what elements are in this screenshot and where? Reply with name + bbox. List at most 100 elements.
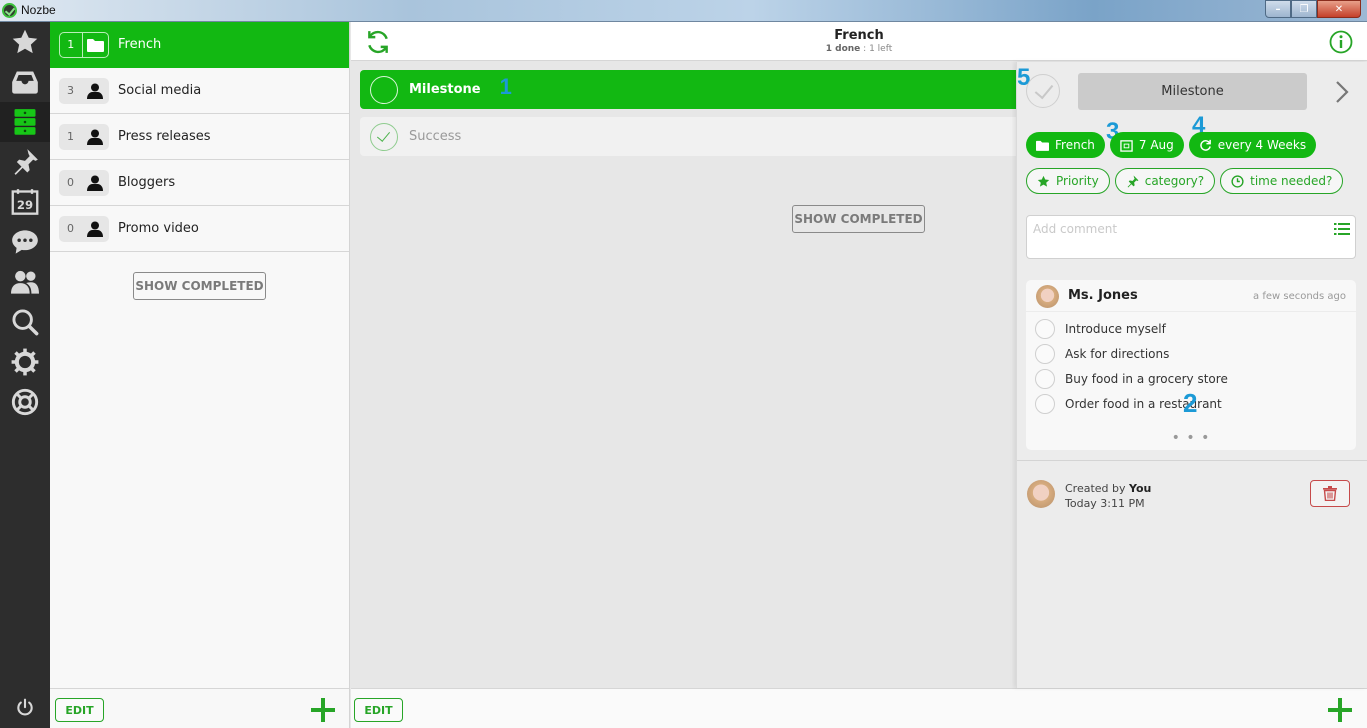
maximize-button[interactable]: ❐ xyxy=(1291,0,1317,18)
nozbe-logo-icon xyxy=(2,3,17,18)
project-item-press-releases[interactable]: 1 Press releases xyxy=(50,114,349,160)
show-completed-tasks-button[interactable]: SHOW COMPLETED xyxy=(792,205,925,233)
repeat-icon xyxy=(1200,139,1211,151)
edit-projects-button[interactable]: EDIT xyxy=(55,698,104,722)
checklist-icon[interactable] xyxy=(1334,222,1350,236)
edit-tasks-button[interactable]: EDIT xyxy=(354,698,403,722)
task-row-completed[interactable]: Success xyxy=(360,117,1060,156)
delete-task-button[interactable] xyxy=(1310,480,1350,507)
project-item-bloggers[interactable]: 0 Bloggers xyxy=(50,160,349,206)
checklist-checkbox[interactable] xyxy=(1035,318,1055,339)
checklist-item-text: Order food in a restaurant xyxy=(1065,396,1222,411)
project-list-panel: 1 French 3 Social media 1 Press releases… xyxy=(50,22,350,728)
close-button[interactable]: ✕ xyxy=(1317,0,1361,18)
comment-card: Ms. Jones a few seconds ago Introduce my… xyxy=(1026,280,1356,450)
window-title: Nozbe xyxy=(21,3,56,17)
checklist-checkbox[interactable] xyxy=(1035,393,1055,414)
task-list-footer: EDIT xyxy=(351,688,1367,728)
project-task-count: 0 xyxy=(67,176,74,189)
project-chip[interactable]: French xyxy=(1026,132,1105,158)
show-completed-projects-button[interactable]: SHOW COMPLETED xyxy=(133,272,266,300)
add-task-button[interactable] xyxy=(1327,697,1353,723)
task-list: Milestone 1 Success SHOW COMPLETED xyxy=(351,62,1060,688)
task-complete-checkbox[interactable] xyxy=(370,75,398,104)
chevron-right-icon[interactable] xyxy=(1333,80,1351,104)
rail-item-settings[interactable] xyxy=(0,342,50,382)
checklist-item-text: Ask for directions xyxy=(1065,346,1170,361)
rail-item-help[interactable] xyxy=(0,382,50,422)
rail-item-comments[interactable] xyxy=(0,222,50,262)
rail-item-priority[interactable] xyxy=(0,22,50,62)
task-name: Milestone xyxy=(409,82,481,97)
project-title: French xyxy=(834,28,884,43)
comment-author: Ms. Jones xyxy=(1068,288,1138,303)
project-badge: 3 xyxy=(59,77,109,104)
info-icon[interactable] xyxy=(1329,30,1353,54)
project-list-footer: EDIT xyxy=(50,688,349,728)
project-item-promo-video[interactable]: 0 Promo video xyxy=(50,206,349,252)
project-task-count: 1 xyxy=(67,130,74,143)
rail-item-search[interactable] xyxy=(0,302,50,342)
calendar-icon xyxy=(1120,139,1133,152)
star-icon xyxy=(1037,175,1050,187)
recurrence-chip[interactable]: every 4 Weeks xyxy=(1188,132,1317,158)
add-project-button[interactable] xyxy=(310,697,336,723)
project-name: French xyxy=(118,37,162,52)
chip-label: category? xyxy=(1144,174,1205,188)
folder-icon xyxy=(86,38,104,52)
comment-timestamp: a few seconds ago xyxy=(1253,291,1346,302)
checklist-item-text: Buy food in a grocery store xyxy=(1065,371,1228,386)
gear-icon xyxy=(11,348,39,376)
done-count: 1 done xyxy=(825,44,861,54)
lifebuoy-icon xyxy=(11,388,39,416)
avatar xyxy=(1036,285,1059,308)
window-title-bar: Nozbe – ❐ ✕ xyxy=(0,0,1367,22)
priority-chip[interactable]: Priority xyxy=(1026,168,1110,194)
creator-avatar xyxy=(1027,480,1055,508)
task-title-field[interactable]: Milestone xyxy=(1078,73,1307,110)
chip-label: Priority xyxy=(1056,174,1099,188)
power-button[interactable] xyxy=(0,688,50,728)
add-comment-input[interactable] xyxy=(1027,216,1307,242)
task-complete-checkbox[interactable] xyxy=(370,122,398,151)
pin-icon xyxy=(14,149,38,175)
divider xyxy=(1017,460,1367,461)
rail-item-calendar[interactable]: 29 xyxy=(0,182,50,222)
annotation-2: 2 xyxy=(1183,388,1198,418)
rail-item-categories[interactable] xyxy=(0,142,50,182)
task-name: Success xyxy=(409,129,462,144)
rail-item-projects[interactable] xyxy=(0,102,50,142)
project-task-count: 3 xyxy=(67,84,74,97)
due-date-chip[interactable]: 7 Aug xyxy=(1109,132,1184,158)
rail-item-team[interactable] xyxy=(0,262,50,302)
comment-more-button[interactable]: • • • xyxy=(1026,430,1356,446)
project-item-social-media[interactable]: 3 Social media xyxy=(50,68,349,114)
checklist-checkbox[interactable] xyxy=(1035,343,1055,364)
checklist-item[interactable]: Ask for directions xyxy=(1026,341,1356,366)
clock-icon xyxy=(1231,174,1244,188)
time-needed-chip[interactable]: time needed? xyxy=(1220,168,1344,194)
task-row-active[interactable]: Milestone 1 xyxy=(360,70,1060,109)
checklist-item[interactable]: Introduce myself xyxy=(1026,316,1356,341)
checklist-item-text: Introduce myself xyxy=(1065,321,1166,336)
search-icon xyxy=(12,309,39,336)
svg-text:29: 29 xyxy=(17,198,33,212)
rail-item-inbox[interactable] xyxy=(0,62,50,102)
project-task-count: 0 xyxy=(67,222,74,235)
person-icon xyxy=(87,221,103,237)
minimize-button[interactable]: – xyxy=(1265,0,1291,18)
chip-label: 7 Aug xyxy=(1138,138,1174,152)
maximize-icon: ❐ xyxy=(1299,3,1309,15)
person-icon xyxy=(87,175,103,191)
task-list-header: French 1 done : 1 left xyxy=(351,22,1367,61)
calendar-icon: 29 xyxy=(11,189,39,215)
project-item-french[interactable]: 1 French xyxy=(50,22,349,68)
team-icon xyxy=(11,270,39,294)
project-badge: 1 xyxy=(59,123,109,150)
chip-label: French xyxy=(1055,138,1095,152)
task-details-panel: 5 Milestone 3 4 French 7 Aug every 4 Wee… xyxy=(1016,62,1367,688)
category-chip[interactable]: category? xyxy=(1114,168,1216,194)
checklist-checkbox[interactable] xyxy=(1035,368,1055,389)
project-badge: 0 xyxy=(59,215,109,242)
complete-task-checkbox[interactable] xyxy=(1026,74,1060,108)
